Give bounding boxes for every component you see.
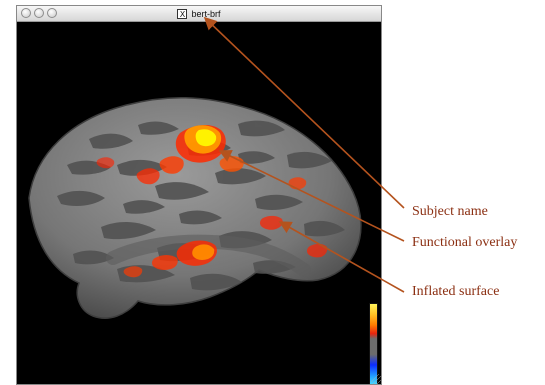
x11-icon: X	[177, 9, 188, 19]
resize-handle-icon[interactable]	[371, 374, 381, 384]
subject-name-label: Subject name	[412, 204, 488, 219]
functional-overlay-label: Functional overlay	[412, 235, 518, 250]
brain-viewer-window: X bert-brf	[16, 5, 382, 385]
figure-canvas: X bert-brf Subject name Functional overl…	[0, 0, 545, 385]
title-wrap: X bert-brf	[17, 6, 381, 22]
close-button[interactable]	[21, 8, 31, 18]
window-titlebar: X bert-brf	[17, 6, 381, 22]
colorbar	[369, 303, 378, 384]
window-title: bert-brf	[191, 9, 221, 19]
minimize-button[interactable]	[34, 8, 44, 18]
zoom-button[interactable]	[47, 8, 57, 18]
inflated-surface-label: Inflated surface	[412, 284, 500, 299]
brain-render	[28, 97, 362, 319]
brain-viewport[interactable]	[17, 22, 381, 384]
